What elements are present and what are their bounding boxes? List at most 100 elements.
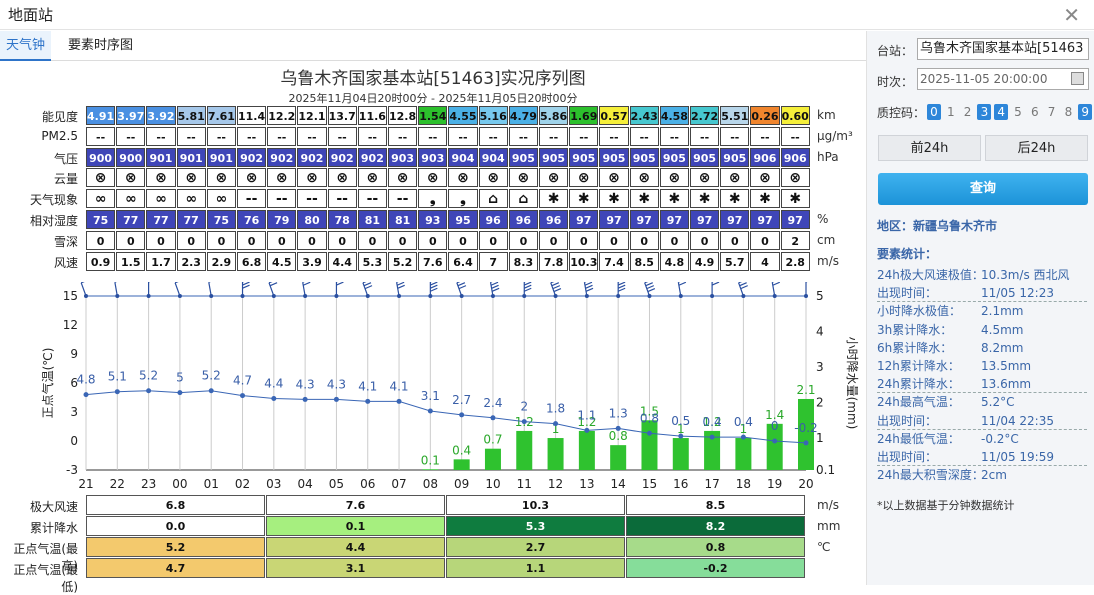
summary-cell: 7.6 (266, 495, 445, 515)
temperature-point (741, 435, 746, 440)
qc-code-toggle[interactable]: 2 (961, 104, 975, 120)
stat-value: -0.2°C (981, 431, 1019, 448)
grid-cell: 0 (479, 231, 508, 250)
grid-cell: -- (750, 127, 779, 146)
grid-cell: ⊗ (599, 168, 628, 187)
qc-code-toggle[interactable]: 4 (994, 104, 1008, 120)
prev-24h-button[interactable]: 前24h (878, 135, 981, 161)
grid-cell: ✱ (690, 189, 719, 208)
grid-cell: 4.91 (86, 106, 115, 125)
summary-cell: 0.0 (86, 516, 265, 536)
grid-cell: 0 (116, 231, 145, 250)
grid-cell: 97 (690, 210, 719, 229)
grid-cell: 2.43 (630, 106, 659, 125)
tab-weather-clock[interactable]: 天气钟 (0, 31, 51, 61)
grid-cell: 905 (569, 148, 598, 167)
wind-barb (804, 282, 813, 298)
grid-cell: ⊗ (86, 168, 115, 187)
x-tick-label: 18 (736, 477, 751, 491)
qc-code-toggle[interactable]: 5 (1011, 104, 1025, 120)
grid-cell: ⊗ (207, 168, 236, 187)
tab-time-series[interactable]: 要素时序图 (62, 31, 139, 61)
grid-cell: 8.3 (509, 252, 538, 271)
stat-value: 11/04 22:35 (981, 413, 1054, 430)
grid-cell: 75 (207, 210, 236, 229)
y2-tick-label: 2 (816, 396, 824, 410)
next-24h-button[interactable]: 后24h (985, 135, 1088, 161)
grid-cell: ⊗ (509, 168, 538, 187)
stat-key: 24h极大风速极值： (877, 268, 984, 282)
qc-code-toggle[interactable]: 3 (977, 104, 991, 120)
close-icon[interactable]: ✕ (1063, 3, 1080, 27)
temperature-label: 0 (771, 419, 779, 433)
x-tick-label: 15 (642, 477, 657, 491)
qc-code-toggle[interactable]: 8 (1061, 104, 1075, 120)
y-tick-label: 0 (70, 434, 78, 448)
temperature-label: 5.2 (139, 369, 158, 383)
grid-cell: 75 (86, 210, 115, 229)
grid-cell: -- (630, 127, 659, 146)
temperature-point (115, 389, 120, 394)
x-tick-label: 21 (78, 477, 93, 491)
grid-cell: ⊗ (630, 168, 659, 187)
grid-cell: ⌂ (509, 189, 538, 208)
grid-cell: 0.57 (599, 106, 628, 125)
grid-cell: ❟ (418, 189, 447, 208)
temperature-label: 1.3 (609, 406, 628, 420)
summary-row-label: 正点气温(最低) (0, 561, 78, 595)
grid-cell: 905 (630, 148, 659, 167)
qc-code-toggle[interactable]: 9 (1078, 104, 1092, 120)
precip-bar (735, 438, 751, 470)
grid-cell: 905 (599, 148, 628, 167)
grid-cell: 5.86 (539, 106, 568, 125)
precip-bar-label: 0.1 (421, 453, 440, 467)
temperature-point (710, 435, 715, 440)
grid-cell: 8.5 (630, 252, 659, 271)
grid-cell: 6.4 (448, 252, 477, 271)
row-label: 雪深 (0, 233, 78, 250)
qc-code-toggle[interactable]: 1 (944, 104, 958, 120)
grid-cell: 1.54 (418, 106, 447, 125)
grid-cell: 906 (750, 148, 779, 167)
grid-cell: 902 (297, 148, 326, 167)
grid-cell: ⊗ (388, 168, 417, 187)
qc-code-toggle[interactable]: 7 (1045, 104, 1059, 120)
grid-cell: -- (479, 127, 508, 146)
grid-cell: -- (146, 127, 175, 146)
grid-cell: 905 (539, 148, 568, 167)
calendar-icon[interactable] (1071, 72, 1084, 85)
stat-item: 24h最低气温：-0.2°C (877, 431, 1087, 448)
footnote: *以上数据基于分钟数据统计 (877, 497, 1015, 513)
query-button[interactable]: 查询 (878, 173, 1088, 205)
qc-code-toggle[interactable]: 0 (927, 104, 941, 120)
qc-code-toggle[interactable]: 6 (1028, 104, 1042, 120)
chart-title: 乌鲁木齐国家基本站[51463]实况序列图 (0, 64, 866, 89)
stat-item: 24h极大风速极值：10.3m/s 西北风 (877, 267, 1087, 284)
x-tick-label: 05 (329, 477, 344, 491)
grid-cell: ⊗ (116, 168, 145, 187)
grid-cell: 97 (660, 210, 689, 229)
grid-cell: 78 (328, 210, 357, 229)
temperature-point (553, 421, 558, 426)
x-tick-label: 11 (517, 477, 532, 491)
y2-tick-label: 0.1 (816, 463, 835, 477)
temperature-point (522, 419, 527, 424)
summary-row-label: 极大风速 (0, 498, 78, 515)
station-input[interactable]: 乌鲁木齐国家基本站[51463 (917, 38, 1089, 60)
summary-cell: 2.7 (446, 537, 625, 557)
time-input[interactable]: 2025-11-05 20:00:00 (917, 68, 1089, 90)
grid-cell: ⊗ (569, 168, 598, 187)
summary-cell: 3.1 (266, 558, 445, 578)
grid-cell: 97 (781, 210, 810, 229)
temperature-label: 3.1 (421, 389, 440, 403)
y-axis-label: 正点气温(℃) (40, 348, 55, 419)
grid-cell: 97 (720, 210, 749, 229)
grid-cell: 5.2 (388, 252, 417, 271)
grid-cell: ⊗ (237, 168, 266, 187)
grid-cell: 5.3 (358, 252, 387, 271)
summary-cell: 1.1 (446, 558, 625, 578)
grid-cell: 0 (690, 231, 719, 250)
grid-cell: 4.4 (328, 252, 357, 271)
grid-cell: 902 (358, 148, 387, 167)
grid-cell: 11.63 (358, 106, 387, 125)
